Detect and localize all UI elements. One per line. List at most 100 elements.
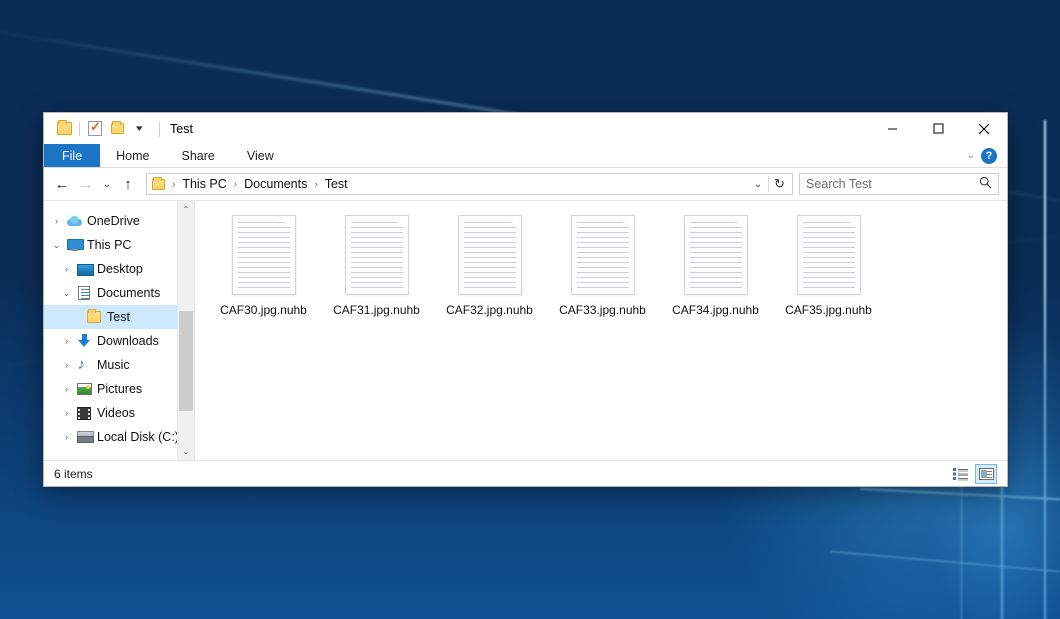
sidebar-item-label: This PC	[87, 238, 131, 252]
tab-share[interactable]: Share	[166, 144, 231, 167]
generic-document-icon	[458, 215, 522, 295]
breadcrumb-separator: ›	[310, 179, 321, 190]
list-item[interactable]: CAF30.jpg.nuhb	[207, 209, 320, 322]
sidebar-item-desktop[interactable]: › Desktop	[44, 257, 194, 281]
chevron-right-icon[interactable]: ›	[58, 360, 75, 370]
tab-view[interactable]: View	[231, 144, 290, 167]
details-view-icon	[953, 468, 968, 480]
sidebar-item-label: Music	[97, 358, 130, 372]
scroll-up-icon[interactable]: ⌃	[178, 201, 194, 218]
search-input[interactable]	[806, 177, 979, 191]
downloads-icon	[75, 334, 93, 348]
maximize-icon	[933, 123, 944, 134]
sidebar-item-music[interactable]: › ♪ Music	[44, 353, 194, 377]
generic-document-icon	[232, 215, 296, 295]
sidebar-item-test[interactable]: Test	[44, 305, 194, 329]
folder-icon	[152, 179, 165, 190]
chevron-right-icon[interactable]: ›	[48, 216, 65, 226]
window-controls	[869, 113, 1007, 144]
chevron-right-icon[interactable]: ›	[58, 336, 75, 346]
navigation-tree: › OneDrive ⌄ This PC › Desktop ⌄	[44, 201, 194, 449]
window-title: Test	[159, 121, 193, 137]
file-name-label: CAF30.jpg.nuhb	[220, 303, 307, 318]
forward-button[interactable]: →	[74, 172, 98, 196]
sidebar-item-label: Videos	[97, 406, 135, 420]
chevron-right-icon[interactable]: ›	[58, 384, 75, 394]
large-icons-view-icon	[979, 468, 994, 480]
list-item[interactable]: CAF31.jpg.nuhb	[320, 209, 433, 322]
ribbon-right-controls: ⌄ ?	[967, 144, 1007, 167]
disk-icon	[75, 431, 93, 443]
minimize-icon	[887, 123, 898, 134]
tab-home[interactable]: Home	[100, 144, 165, 167]
sidebar-item-label: Pictures	[97, 382, 142, 396]
search-icon[interactable]	[979, 176, 992, 192]
breadcrumb-right-controls: ⌄ ↻	[748, 176, 790, 192]
chevron-right-icon[interactable]: ›	[58, 432, 75, 442]
tab-file[interactable]: File	[44, 144, 100, 167]
refresh-icon[interactable]: ↻	[768, 176, 790, 192]
navigation-pane: › OneDrive ⌄ This PC › Desktop ⌄	[44, 201, 194, 460]
chevron-right-icon[interactable]: ›	[58, 408, 75, 418]
maximize-button[interactable]	[915, 113, 961, 144]
sidebar-item-onedrive[interactable]: › OneDrive	[44, 209, 194, 233]
details-view-button[interactable]	[949, 464, 971, 484]
search-box[interactable]	[799, 173, 999, 195]
sidebar-item-local-disk-c[interactable]: › Local Disk (C:)	[44, 425, 194, 449]
item-count-label: 6 items	[54, 467, 93, 481]
file-name-label: CAF31.jpg.nuhb	[333, 303, 420, 318]
videos-icon	[75, 407, 93, 420]
explorer-body: › OneDrive ⌄ This PC › Desktop ⌄	[44, 200, 1007, 460]
navigation-scrollbar[interactable]: ⌃ ⌄	[177, 201, 194, 460]
sidebar-item-label: Documents	[97, 286, 160, 300]
computer-icon	[65, 239, 83, 251]
breadcrumb-item-this-pc[interactable]: This PC	[179, 177, 229, 191]
breadcrumb-item-documents[interactable]: Documents	[241, 177, 310, 191]
ribbon-tab-bar: File Home Share View ⌄ ?	[44, 144, 1007, 168]
sidebar-item-this-pc[interactable]: ⌄ This PC	[44, 233, 194, 257]
file-list-view[interactable]: CAF30.jpg.nuhb CAF31.jpg.nuhb CAF32.jpg.…	[195, 201, 1007, 460]
properties-checkbox-icon[interactable]	[84, 118, 106, 140]
list-item[interactable]: CAF32.jpg.nuhb	[433, 209, 546, 322]
close-button[interactable]	[961, 113, 1007, 144]
chevron-down-icon[interactable]: ⌄	[48, 240, 65, 251]
sidebar-item-label: Downloads	[97, 334, 159, 348]
chevron-down-icon[interactable]: ⌄	[58, 288, 75, 299]
expand-ribbon-icon[interactable]: ⌄	[967, 150, 975, 161]
sidebar-item-label: OneDrive	[87, 214, 140, 228]
logo-pane-edge	[1043, 120, 1047, 619]
breadcrumb[interactable]: › This PC › Documents › Test ⌄ ↻	[146, 173, 793, 195]
file-name-label: CAF34.jpg.nuhb	[672, 303, 759, 318]
breadcrumb-separator: ›	[230, 179, 241, 190]
scroll-down-icon[interactable]: ⌄	[178, 443, 194, 460]
sidebar-item-label: Test	[107, 310, 130, 324]
chevron-down-icon[interactable]: ▾	[128, 118, 150, 140]
help-icon[interactable]: ?	[981, 148, 997, 164]
address-bar: ← → ⌄ ↑ › This PC › Documents › Test ⌄ ↻	[44, 168, 1007, 200]
music-icon: ♪	[75, 358, 93, 372]
folder-icon[interactable]	[53, 118, 75, 140]
new-folder-icon[interactable]	[106, 118, 128, 140]
scrollbar-thumb[interactable]	[179, 311, 193, 411]
list-item[interactable]: CAF35.jpg.nuhb	[772, 209, 885, 322]
list-item[interactable]: CAF33.jpg.nuhb	[546, 209, 659, 322]
list-item[interactable]: CAF34.jpg.nuhb	[659, 209, 772, 322]
back-button[interactable]: ←	[50, 172, 74, 196]
sidebar-item-documents[interactable]: ⌄ Documents	[44, 281, 194, 305]
breadcrumb-item-test[interactable]: Test	[322, 177, 351, 191]
file-name-label: CAF32.jpg.nuhb	[446, 303, 533, 318]
sidebar-item-pictures[interactable]: › Pictures	[44, 377, 194, 401]
divider	[79, 122, 80, 136]
file-name-label: CAF35.jpg.nuhb	[785, 303, 872, 318]
sidebar-item-label: Desktop	[97, 262, 143, 276]
chevron-down-icon[interactable]: ⌄	[748, 179, 768, 190]
chevron-right-icon[interactable]: ›	[58, 264, 75, 274]
close-icon	[978, 123, 990, 135]
folder-icon	[85, 311, 103, 323]
recent-locations-button[interactable]: ⌄	[98, 172, 116, 196]
sidebar-item-videos[interactable]: › Videos	[44, 401, 194, 425]
large-icons-view-button[interactable]	[975, 464, 997, 484]
minimize-button[interactable]	[869, 113, 915, 144]
sidebar-item-downloads[interactable]: › Downloads	[44, 329, 194, 353]
up-button[interactable]: ↑	[116, 172, 140, 196]
